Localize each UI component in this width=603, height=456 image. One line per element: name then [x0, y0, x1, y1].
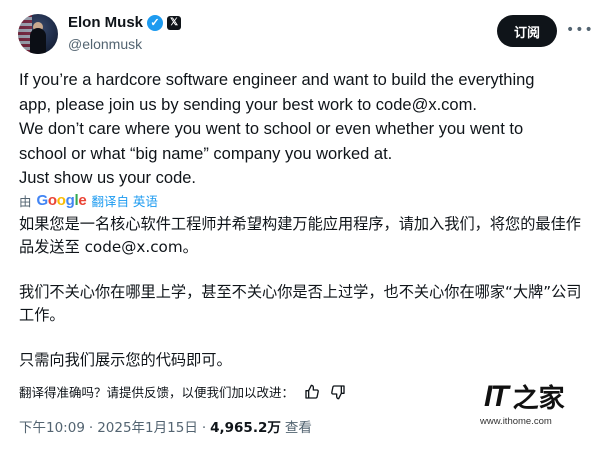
tweet-meta: 下午10:09 · 2025年1月15日 · 4,965.2万 查看 — [19, 416, 312, 436]
translated-paragraph: 只需向我们展示您的代码即可。 — [19, 351, 232, 369]
thumbs-down-icon[interactable] — [330, 384, 346, 400]
author-handle[interactable]: @elonmusk — [68, 36, 142, 52]
subscribe-button[interactable]: 订阅 — [497, 15, 557, 47]
avatar-figure — [30, 28, 46, 54]
view-label: 查看 — [284, 420, 312, 436]
translated-paragraph: 如果您是一名核心软件工程师并希望构建万能应用程序，请加入我们，将您的最佳作品发送… — [19, 215, 581, 256]
translation-attribution: 由 Google 翻译自 英语 — [19, 191, 158, 210]
tweet-line: school or what “big name” company you wo… — [19, 144, 393, 163]
feedback-prompt: 翻译得准确吗？请提供反馈，以便我们加以改进： — [19, 385, 295, 400]
tweet-date[interactable]: 2025年1月15日 — [97, 416, 198, 436]
watermark-logo-zh: 之家 — [512, 383, 565, 413]
tweet-line: If you’re a hardcore software engineer a… — [19, 71, 535, 89]
translated-text: 如果您是一名核心软件工程师并希望构建万能应用程序，请加入我们，将您的最佳作品发送… — [19, 213, 589, 394]
ithome-logo: IT 之家 — [484, 378, 565, 415]
tweet-line: We don’t care where you went to school o… — [19, 120, 524, 138]
translated-paragraph: 我们不关心你在哪里上学，甚至不关心你是否上过学，也不关心你在哪家“大牌”公司工作… — [19, 283, 582, 324]
tweet-line: Just show us your code. — [19, 169, 197, 187]
author-avatar[interactable] — [18, 14, 58, 54]
tweet-time[interactable]: 下午10:09 — [19, 416, 85, 436]
translated-by-prefix: 由 — [19, 194, 32, 209]
author-name-row[interactable]: Elon Musk ✓ 𝕏 — [68, 14, 182, 31]
meta-separator: · — [88, 420, 94, 436]
view-count: 4,965.2万 — [210, 420, 281, 436]
watermark-url: www.ithome.com — [480, 416, 552, 427]
x-logo-icon: 𝕏 — [167, 15, 182, 30]
author-name[interactable]: Elon Musk — [68, 14, 143, 31]
thumbs-up-icon[interactable] — [304, 384, 320, 400]
translation-feedback: 翻译得准确吗？请提供反馈，以便我们加以改进： — [19, 382, 346, 401]
watermark-logo-text: IT — [484, 379, 509, 413]
tweet-line: app, please join us by sending your best… — [19, 95, 477, 114]
ithome-watermark: IT 之家 www.ithome.com — [480, 378, 570, 428]
more-icon[interactable]: ••• — [566, 22, 594, 38]
translate-source-link[interactable]: 翻译自 英语 — [91, 191, 157, 210]
google-logo: Google — [36, 192, 87, 209]
meta-separator: · — [201, 420, 207, 436]
tweet-text: If you’re a hardcore software engineer a… — [19, 68, 589, 191]
verified-badge-icon: ✓ — [147, 14, 164, 31]
